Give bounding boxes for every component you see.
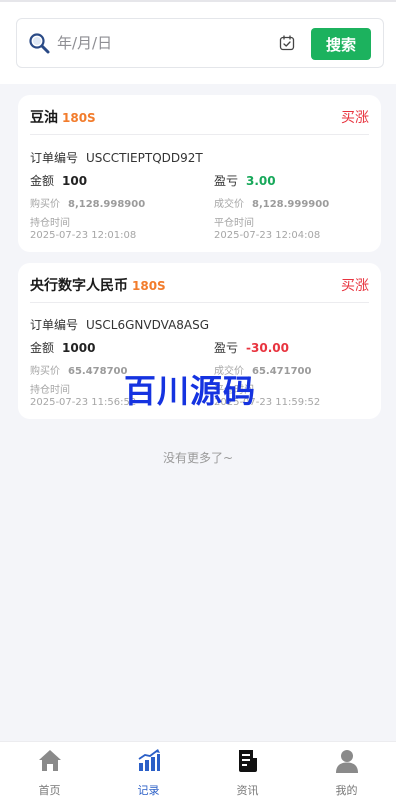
calendar-icon[interactable] [279,35,295,51]
bottom-tab-bar: 首页 记录 资讯 我的 [0,741,396,801]
product-name: 豆油 [30,110,58,126]
watermark-text: 百川源码 [124,372,257,410]
close-time-value: 2025-07-23 12:04:08 [214,230,321,241]
tab-mine[interactable]: 我的 [297,742,396,801]
amount-value: 100 [62,174,88,188]
order-number-row: 订单编号 USCCTIEPTQDD92T [30,149,203,166]
open-time-value: 2025-07-23 12:01:08 [30,230,137,241]
amount-row: 金额 1000 [30,339,95,356]
deal-price-label: 成交价 [214,199,244,210]
order-duration: 180S [132,279,166,293]
open-time-label: 持仓时间 [30,385,70,396]
list-end-text: 没有更多了~ [162,451,234,465]
pnl-row: 盈亏 3.00 [214,172,276,189]
order-direction: 买涨 [341,278,369,294]
order-direction: 买涨 [341,110,369,126]
deal-price-value: 8,128.999900 [252,199,330,210]
home-icon [38,750,61,771]
amount-label: 金额 [30,341,55,355]
order-card-header: 央行数字人民币 180S 买涨 [30,263,369,303]
pnl-label: 盈亏 [214,174,239,188]
buy-price-row: 购买价 65.478700 [30,362,127,377]
chart-icon [138,749,160,771]
order-product-name: 豆油 180S [30,107,96,127]
open-time-label: 持仓时间 [30,218,70,229]
date-search-input[interactable] [57,30,267,56]
product-name: 央行数字人民币 [30,278,128,294]
buy-price-value: 8,128.998900 [68,199,146,210]
buy-price-row: 购买价 8,128.998900 [30,195,145,210]
close-time-label: 平仓时间 [214,218,254,229]
search-button[interactable]: 搜索 [311,28,371,60]
order-number-value: USCL6GNVDVA8ASG [86,318,210,332]
order-number-value: USCCTIEPTQDD92T [86,151,203,165]
news-icon [238,750,257,772]
deal-price-value: 65.471700 [252,366,312,377]
tab-home[interactable]: 首页 [0,742,99,801]
order-number-label: 订单编号 [30,318,79,332]
amount-value: 1000 [62,341,96,355]
user-icon [335,750,358,773]
amount-row: 金额 100 [30,172,87,189]
search-box: 搜索 [16,18,384,68]
order-card-header: 豆油 180S 买涨 [30,95,369,135]
pnl-row: 盈亏 -30.00 [214,339,289,356]
buy-price-value: 65.478700 [68,366,128,377]
deal-price-row: 成交价 8,128.999900 [214,195,329,210]
open-time-value: 2025-07-23 11:56:52 [30,397,137,408]
tab-home-label: 首页 [38,784,61,797]
pnl-value: 3.00 [246,174,276,188]
tab-records[interactable]: 记录 [99,742,198,801]
tab-records-label: 记录 [137,784,160,797]
tab-news[interactable]: 资讯 [198,742,297,801]
order-number-row: 订单编号 USCL6GNVDVA8ASG [30,316,209,333]
order-product-name: 央行数字人民币 180S [30,275,166,295]
amount-label: 金额 [30,174,55,188]
search-header: 搜索 [0,2,396,84]
search-icon[interactable] [27,31,51,55]
buy-price-label: 购买价 [30,366,60,377]
pnl-value: -30.00 [246,341,289,355]
buy-price-label: 购买价 [30,199,60,210]
order-duration: 180S [62,111,96,125]
order-number-label: 订单编号 [30,151,79,165]
records-page: 搜索 豆油 180S 买涨 订单编号 USCCTIEPTQDD92T 金额 100 盈… [0,0,396,801]
tab-mine-label: 我的 [335,784,358,797]
pnl-label: 盈亏 [214,341,239,355]
tab-news-label: 资讯 [236,784,259,797]
order-card[interactable]: 豆油 180S 买涨 订单编号 USCCTIEPTQDD92T 金额 100 盈亏 3.… [18,95,381,252]
